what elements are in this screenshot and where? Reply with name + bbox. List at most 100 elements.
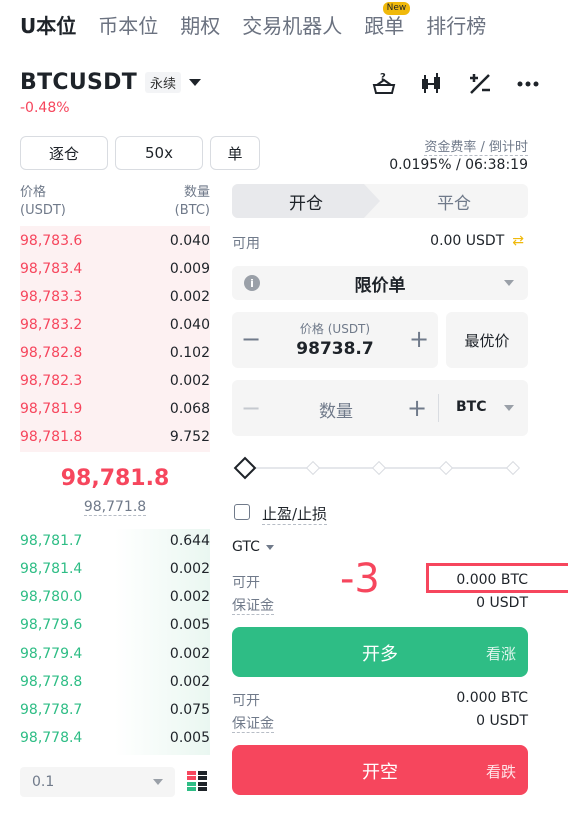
candlestick-icon[interactable]	[418, 70, 446, 98]
ask-price: 98,781.8	[20, 429, 83, 445]
bid-qty: 0.002	[169, 646, 210, 662]
mark-price-value: 98,771.8	[83, 499, 147, 516]
bid-row[interactable]: 98,779.4 0.002	[20, 640, 210, 668]
bid-price: 98,779.4	[20, 646, 83, 662]
ask-row[interactable]: 98,781.8 9.752	[20, 423, 210, 451]
open-short-button[interactable]: 开空 看跌	[232, 745, 528, 795]
ask-qty: 0.102	[169, 345, 210, 361]
depth-selector[interactable]: 0.1	[20, 767, 175, 797]
funding-rate-label-text: 资金费率 / 倒计时	[424, 140, 528, 156]
tab-coinm[interactable]: 币本位	[98, 10, 158, 39]
tab-open-position[interactable]: 开仓	[232, 184, 380, 218]
info-icon[interactable]: i	[244, 275, 260, 291]
ask-row[interactable]: 98,783.2 0.040	[20, 311, 210, 339]
order-type-label: 限价单	[354, 275, 406, 296]
bid-qty: 0.002	[169, 589, 210, 605]
tab-trading-bots[interactable]: 交易机器人	[242, 10, 342, 39]
slider-step-50[interactable]	[371, 460, 387, 476]
buy-margin-label-text: 保证金	[232, 598, 274, 615]
chevron-down-icon	[189, 79, 202, 86]
open-short-label: 开空	[362, 762, 398, 783]
tab-leaderboard[interactable]: 排行榜	[426, 10, 486, 39]
bid-row[interactable]: 98,781.4 0.002	[20, 555, 210, 583]
bid-row[interactable]: 98,778.4 0.005	[20, 724, 210, 752]
slider-step-100[interactable]	[505, 460, 521, 476]
funding-rate-label: 资金费率 / 倒计时	[424, 136, 528, 156]
tab-usdm[interactable]: U本位	[20, 10, 76, 39]
open-long-button[interactable]: 开多 看涨	[232, 627, 528, 677]
bid-row[interactable]: 98,778.7 0.075	[20, 696, 210, 724]
price-increase-button[interactable]: +	[406, 325, 432, 353]
qty-header-label: 数量	[183, 185, 210, 200]
bid-price: 98,778.4	[20, 730, 83, 746]
bid-row[interactable]: 98,778.8 0.002	[20, 668, 210, 696]
symbol-name: BTCUSDT	[20, 70, 137, 95]
tab-copy-trading[interactable]: 跟单 New	[364, 1, 411, 39]
open-short-sublabel: 看跌	[485, 763, 516, 781]
ask-price: 98,783.6	[20, 233, 83, 249]
more-icon[interactable]	[514, 70, 542, 98]
bid-row[interactable]: 98,780.0 0.002	[20, 583, 210, 611]
ask-qty: 0.002	[169, 289, 210, 305]
qty-header-unit: (BTC)	[174, 203, 210, 218]
margin-mode-button[interactable]: 逐仓	[20, 136, 108, 170]
time-in-force-select[interactable]: GTC	[232, 539, 274, 555]
ask-qty: 0.068	[169, 401, 210, 417]
slider-step-25[interactable]	[305, 460, 321, 476]
ask-row[interactable]: 98,782.8 0.102	[20, 339, 210, 367]
symbol-selector[interactable]: BTCUSDT 永续	[20, 70, 202, 95]
bid-price: 98,779.6	[20, 617, 83, 633]
open-long-label: 开多	[362, 644, 398, 665]
quantity-slider-handle[interactable]	[233, 456, 257, 480]
available-label: 可用	[232, 236, 260, 252]
quantity-increase-button[interactable]: +	[404, 394, 430, 422]
bid-row[interactable]: 98,779.6 0.005	[20, 611, 210, 639]
bid-qty: 0.002	[169, 674, 210, 690]
position-mode-button[interactable]: 单	[210, 136, 260, 170]
calculator-icon[interactable]	[466, 70, 494, 98]
sell-max-open-label: 可开	[232, 693, 260, 709]
ask-price: 98,783.4	[20, 261, 83, 277]
ask-qty: 0.002	[169, 373, 210, 389]
ask-row[interactable]: 98,783.4 0.009	[20, 255, 210, 283]
ask-row[interactable]: 98,783.6 0.040	[20, 227, 210, 255]
tpsl-label[interactable]: 止盈/止损	[262, 503, 328, 525]
ask-qty: 9.752	[169, 429, 210, 445]
ask-row[interactable]: 98,783.3 0.002	[20, 283, 210, 311]
price-change: -0.48%	[20, 100, 70, 116]
leverage-button[interactable]: 50x	[115, 136, 203, 170]
buy-max-open-label: 可开	[232, 575, 260, 591]
bid-price: 98,781.7	[20, 533, 83, 549]
divider	[438, 394, 439, 422]
sell-margin-value: 0 USDT	[476, 713, 528, 729]
chevron-down-icon	[265, 544, 274, 550]
tpsl-checkbox[interactable]	[234, 504, 250, 520]
last-price: 98,781.8	[60, 466, 170, 491]
price-header-unit: (USDT)	[20, 203, 66, 218]
best-price-button[interactable]: 最优价	[446, 312, 528, 368]
promo-gift-icon[interactable]: ?	[370, 70, 398, 98]
tab-options[interactable]: 期权	[180, 10, 220, 39]
funding-rate-value: 0.0195% / 06:38:19	[389, 157, 528, 173]
ask-row[interactable]: 98,782.3 0.002	[20, 367, 210, 395]
transfer-icon[interactable]: ⇄	[512, 233, 524, 249]
bid-row[interactable]: 98,781.7 0.644	[20, 527, 210, 555]
bid-qty: 0.002	[169, 561, 210, 577]
available-amount: 0.00 USDT	[430, 233, 505, 249]
tab-close-position[interactable]: 平仓	[380, 184, 528, 218]
slider-step-75[interactable]	[438, 460, 454, 476]
mark-price[interactable]: 98,771.8	[20, 499, 210, 516]
quantity-unit-select[interactable]: BTC	[456, 399, 487, 415]
quantity-decrease-button[interactable]: −	[238, 394, 264, 422]
price-input[interactable]: − 价格 (USDT) 98738.7 +	[232, 312, 438, 368]
sell-margin-label-text: 保证金	[232, 716, 274, 733]
order-type-select[interactable]: i 限价单	[232, 266, 528, 300]
ask-row[interactable]: 98,781.9 0.068	[20, 395, 210, 423]
bid-price: 98,780.0	[20, 589, 83, 605]
orderbook-layout-icon[interactable]	[187, 771, 207, 791]
quantity-input[interactable]: − 数量 + BTC	[232, 380, 528, 436]
new-badge: New	[382, 1, 411, 15]
chevron-down-icon	[504, 405, 514, 411]
tab-copy-trading-label: 跟单	[364, 13, 405, 38]
depth-value: 0.1	[32, 774, 55, 790]
